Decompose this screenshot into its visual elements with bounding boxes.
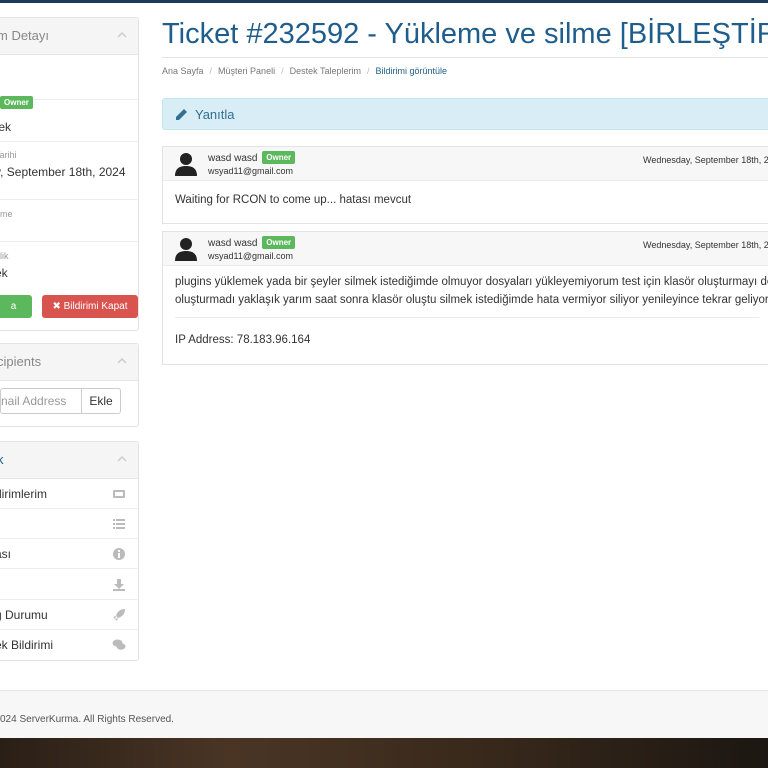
- menu-item-network-status[interactable]: ğ Durumu: [0, 600, 138, 630]
- date-value: y, September 18th, 2024: [0, 165, 126, 179]
- author-email: wsyad11@gmail.com: [208, 166, 293, 176]
- ticket-message: wasd wasd Owner wsyad11@gmail.com Wednes…: [162, 231, 768, 365]
- chevron-up-icon[interactable]: [116, 453, 128, 465]
- update-label: eme: [0, 209, 13, 219]
- pencil-icon: [176, 109, 187, 120]
- message-author: wasd wasd Owner: [208, 236, 296, 249]
- info-icon: [113, 548, 125, 560]
- recipients-header[interactable]: cipients: [0, 344, 138, 381]
- owner-badge: Owner: [262, 151, 296, 164]
- message-author: wasd wasd Owner: [208, 151, 296, 164]
- comments-icon: [112, 639, 126, 650]
- message-body: plugins yüklemek yada bir şeyler silmek …: [163, 266, 768, 317]
- support-menu-panel: k dirimlerim r ası ğ Durumu ek Bildirimi: [0, 441, 139, 661]
- menu-item-label: ğ Durumu: [0, 608, 48, 622]
- breadcrumb-home[interactable]: Ana Sayfa: [162, 66, 204, 76]
- menu-item-label: ası: [0, 547, 12, 561]
- menu-item-knowledgebase[interactable]: ası: [0, 539, 138, 569]
- menu-item-downloads[interactable]: [0, 570, 138, 600]
- author-email: wsyad11@gmail.com: [208, 251, 293, 261]
- menu-item-open-ticket[interactable]: ek Bildirimi: [0, 630, 138, 660]
- chevron-up-icon[interactable]: [116, 29, 128, 41]
- department-value: tek: [0, 120, 12, 134]
- list-icon: [113, 519, 125, 529]
- menu-item-tickets[interactable]: dirimlerim: [0, 479, 138, 509]
- support-menu-title: k: [0, 452, 4, 467]
- menu-item-label: dirimlerim: [0, 487, 47, 501]
- ticket-details-title: m Detayı: [0, 28, 50, 43]
- date-label: Tarihi: [0, 150, 17, 160]
- support-menu-header[interactable]: k: [0, 442, 138, 479]
- breadcrumb: Ana Sayfa / Müşteri Paneli / Destek Talepler…: [162, 66, 447, 76]
- user-avatar-icon: [175, 153, 197, 176]
- message-date: Wednesday, September 18th, 2: [643, 155, 768, 165]
- title-divider: [162, 57, 768, 58]
- owner-badge: Owner: [262, 236, 296, 249]
- message-header: wasd wasd Owner wsyad11@gmail.com Wednes…: [163, 232, 768, 266]
- chevron-up-icon[interactable]: [116, 355, 128, 367]
- priority-value: ek: [0, 266, 8, 280]
- user-avatar-icon: [175, 238, 197, 261]
- date-row: Tarihi y, September 18th, 2024: [0, 142, 138, 200]
- breadcrumb-support-tickets[interactable]: Destek Taleplerim: [290, 66, 361, 76]
- reply-button[interactable]: a: [0, 295, 32, 318]
- ip-address: IP Address: 78.183.96.164: [175, 317, 759, 346]
- update-row: eme: [0, 200, 138, 242]
- recipients-title: cipients: [0, 354, 42, 369]
- breadcrumb-separator: /: [281, 66, 284, 76]
- breadcrumb-current: Bildirimi görüntüle: [375, 66, 448, 76]
- add-recipient-button[interactable]: Ekle: [81, 388, 121, 414]
- breadcrumb-client-area[interactable]: Müşteri Paneli: [218, 66, 275, 76]
- ticket-details-panel: m Detayı Owner tek Tarihi y, September 1…: [0, 17, 139, 331]
- ticket-icon: [113, 490, 125, 498]
- recipients-panel: cipients nail Address Ekle: [0, 343, 139, 427]
- copyright-text: 024 ServerKurma. All Rights Reserved.: [0, 714, 174, 725]
- menu-item-label: ek Bildirimi: [0, 638, 54, 652]
- reply-toggle-bar[interactable]: Yanıtla: [162, 98, 768, 130]
- top-accent-line: [0, 0, 768, 3]
- menu-item-list[interactable]: r: [0, 509, 138, 539]
- reply-label: Yanıtla: [195, 107, 235, 122]
- breadcrumb-separator: /: [209, 66, 213, 76]
- message-text-line: oluşturmadı yaklaşık yarım saat sonra kl…: [175, 294, 768, 306]
- footer: 024 ServerKurma. All Rights Reserved.: [0, 690, 768, 738]
- page-title: Ticket #232592 - Yükleme ve silme [BİRLE…: [162, 18, 768, 50]
- priority-label: elik: [0, 251, 9, 261]
- message-date: Wednesday, September 18th, 2: [643, 240, 768, 250]
- ticket-message: wasd wasd Owner wsyad11@gmail.com Wednes…: [162, 146, 768, 224]
- message-text-line: Waiting for RCON to come up... hatası me…: [175, 194, 412, 206]
- background-image-strip: [0, 738, 768, 768]
- priority-row: elik ek: [0, 242, 138, 286]
- recipient-email-input[interactable]: nail Address: [0, 388, 82, 414]
- download-icon: [113, 579, 125, 591]
- breadcrumb-separator: /: [366, 66, 370, 76]
- ticket-details-header[interactable]: m Detayı: [0, 18, 138, 55]
- close-ticket-button[interactable]: ✖ Bildirimi Kapat: [42, 295, 138, 318]
- message-header: wasd wasd Owner wsyad11@gmail.com Wednes…: [163, 147, 768, 181]
- rocket-icon: [113, 609, 125, 621]
- message-text-line: plugins yüklemek yada bir şeyler silmek …: [175, 276, 768, 288]
- owner-row: Owner: [0, 56, 138, 109]
- author-name: wasd wasd: [208, 153, 258, 164]
- message-body: Waiting for RCON to come up... hatası me…: [163, 181, 768, 219]
- department-row: tek: [0, 100, 138, 142]
- author-name: wasd wasd: [208, 238, 258, 249]
